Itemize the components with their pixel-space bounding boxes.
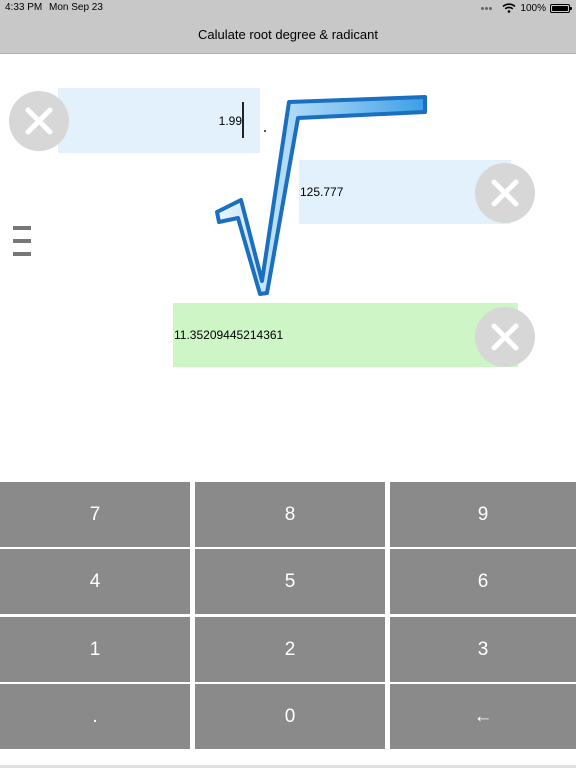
key-5[interactable]: 5: [195, 549, 385, 614]
key-3[interactable]: 3: [390, 617, 576, 682]
keypad: 7 8 9 4 5 6 1 2 3 . 0 ←: [0, 480, 576, 768]
page-title: Calulate root degree & radicant: [198, 27, 378, 42]
clear-radicand-button[interactable]: [475, 163, 535, 223]
multitask-dots-icon: [481, 6, 493, 10]
battery-percent: 100%: [520, 2, 546, 14]
battery-fill: [552, 5, 568, 11]
key-6[interactable]: 6: [390, 549, 576, 614]
key-8[interactable]: 8: [195, 482, 385, 547]
key-4[interactable]: 4: [0, 549, 190, 614]
key-1[interactable]: 1: [0, 617, 190, 682]
result-value: 11.35209445214361: [174, 328, 284, 342]
battery-icon: [550, 3, 572, 13]
clear-result-button[interactable]: [475, 307, 535, 367]
radicand-value: 125.777: [300, 185, 344, 199]
key-7[interactable]: 7: [0, 482, 190, 547]
nav-bar: Calulate root degree & radicant: [0, 16, 576, 54]
key-2[interactable]: 2: [195, 617, 385, 682]
close-x-icon: [491, 179, 519, 207]
result-field[interactable]: 11.35209445214361: [173, 303, 518, 367]
key-9[interactable]: 9: [390, 482, 576, 547]
close-x-icon: [25, 107, 53, 135]
status-bar: 4:33 PM Mon Sep 23 100%: [0, 0, 576, 16]
status-date: Mon Sep 23: [49, 2, 103, 13]
key-decimal[interactable]: .: [0, 684, 190, 749]
status-right: 100%: [481, 1, 572, 15]
hamburger-menu-icon[interactable]: [13, 226, 31, 256]
app-root: 4:33 PM Mon Sep 23 100% Calulate root de…: [0, 0, 576, 768]
status-time: 4:33 PM: [5, 2, 43, 13]
key-0[interactable]: 0: [195, 684, 385, 749]
clear-degree-button[interactable]: [9, 91, 69, 151]
backspace-key[interactable]: ←: [390, 684, 576, 749]
close-x-icon: [491, 323, 519, 351]
wifi-icon: [502, 3, 516, 13]
